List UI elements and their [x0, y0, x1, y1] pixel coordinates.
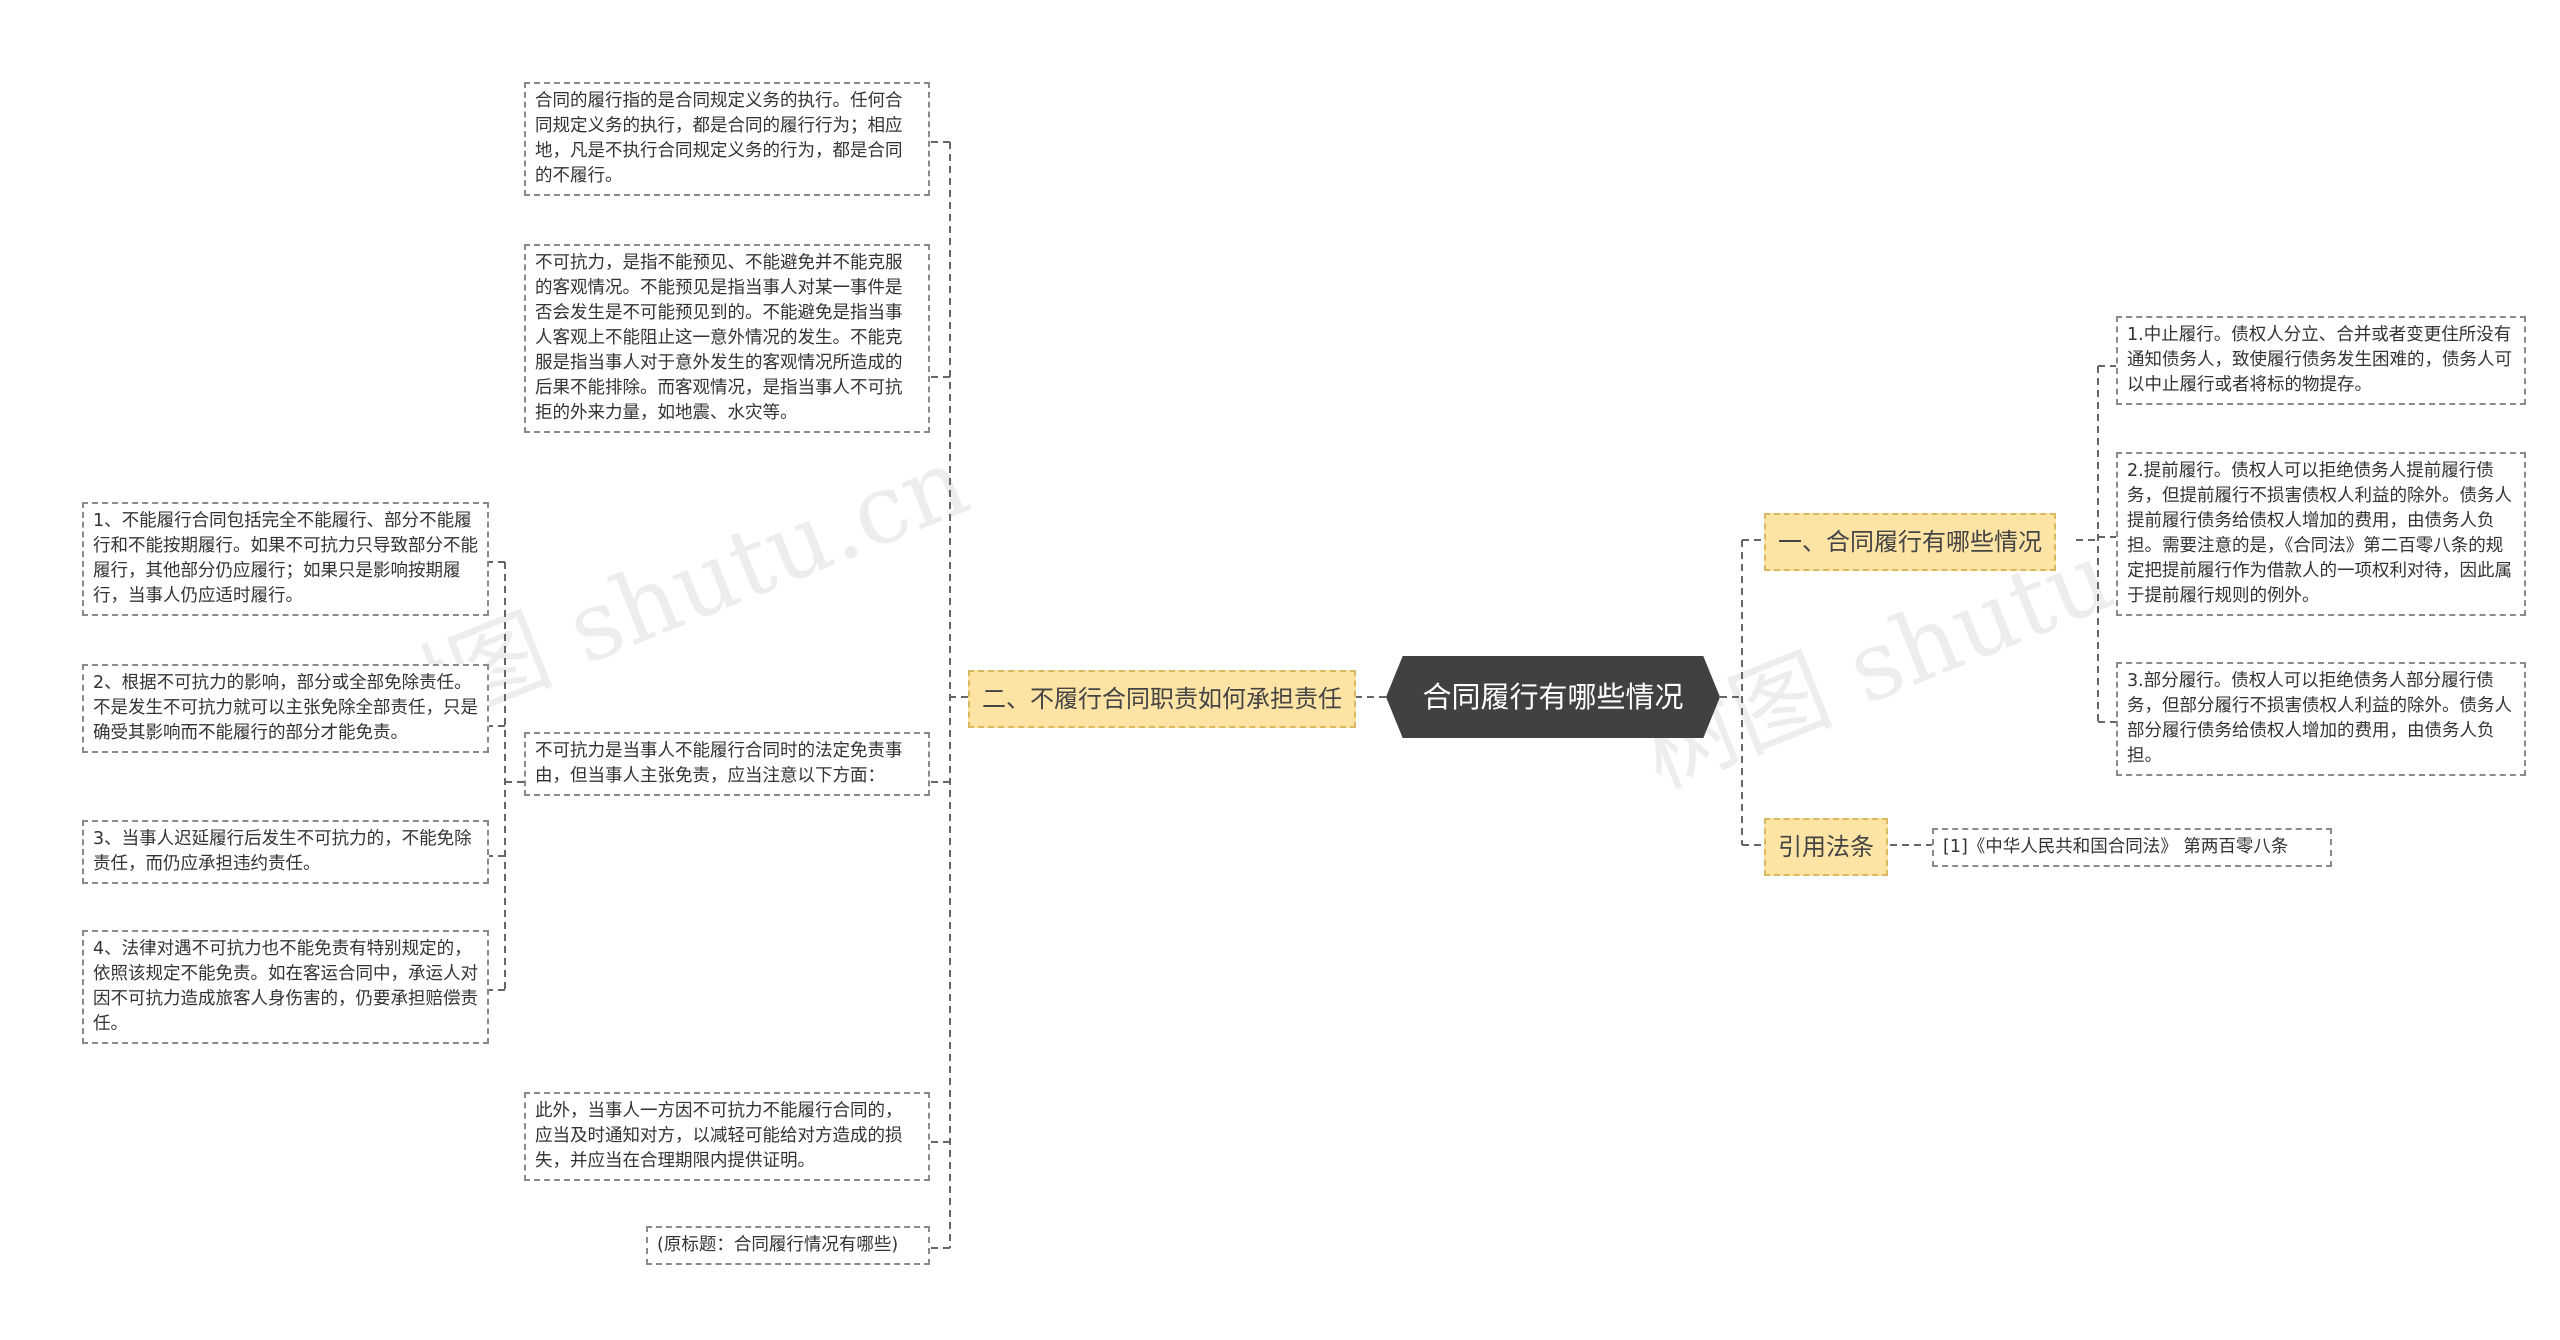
original-title-node[interactable]: (原标题：合同履行情况有哪些) [646, 1226, 930, 1265]
law-item-1[interactable]: [1]《中华人民共和国合同法》 第两百零八条 [1932, 828, 2332, 867]
exemption-point-1[interactable]: 1、不能履行合同包括完全不能履行、部分不能履行和不能按期履行。如果不可抗力只导致… [82, 502, 489, 616]
definition-node[interactable]: 合同的履行指的是合同规定义务的执行。任何合同规定义务的执行，都是合同的履行行为；… [524, 82, 930, 196]
exemption-point-4[interactable]: 4、法律对遇不可抗力也不能免责有特别规定的，依照该规定不能免责。如在客运合同中，… [82, 930, 489, 1044]
performance-item-1[interactable]: 1.中止履行。债权人分立、合并或者变更住所没有通知债务人，致使履行债务发生困难的… [2116, 316, 2526, 405]
branch-cited-law[interactable]: 引用法条 [1764, 818, 1888, 876]
performance-item-2[interactable]: 2.提前履行。债权人可以拒绝债务人提前履行债务，但提前履行不损害债权人利益的除外… [2116, 452, 2526, 616]
notice-node[interactable]: 此外，当事人一方因不可抗力不能履行合同的，应当及时通知对方，以减轻可能给对方造成… [524, 1092, 930, 1181]
branch-performance-cases[interactable]: 一、合同履行有哪些情况 [1764, 513, 2056, 571]
root-topic[interactable]: 合同履行有哪些情况 [1386, 656, 1720, 738]
exemption-point-2[interactable]: 2、根据不可抗力的影响，部分或全部免除责任。不是发生不可抗力就可以主张免除全部责… [82, 664, 489, 753]
branch-liability[interactable]: 二、不履行合同职责如何承担责任 [968, 670, 1356, 728]
exemption-point-3[interactable]: 3、当事人迟延履行后发生不可抗力的，不能免除责任，而仍应承担违约责任。 [82, 820, 489, 884]
performance-item-3[interactable]: 3.部分履行。债权人可以拒绝债务人部分履行债务，但部分履行不损害债权人利益的除外… [2116, 662, 2526, 776]
force-majeure-node[interactable]: 不可抗力，是指不能预见、不能避免并不能克服的客观情况。不能预见是指当事人对某一事… [524, 244, 930, 433]
mindmap-canvas: 树图 shutu.cn 树图 shutu.cn 合同履行有哪些情况 二、不履行合… [0, 0, 2560, 1340]
exemption-reason-node[interactable]: 不可抗力是当事人不能履行合同时的法定免责事由，但当事人主张免责，应当注意以下方面… [524, 732, 930, 796]
